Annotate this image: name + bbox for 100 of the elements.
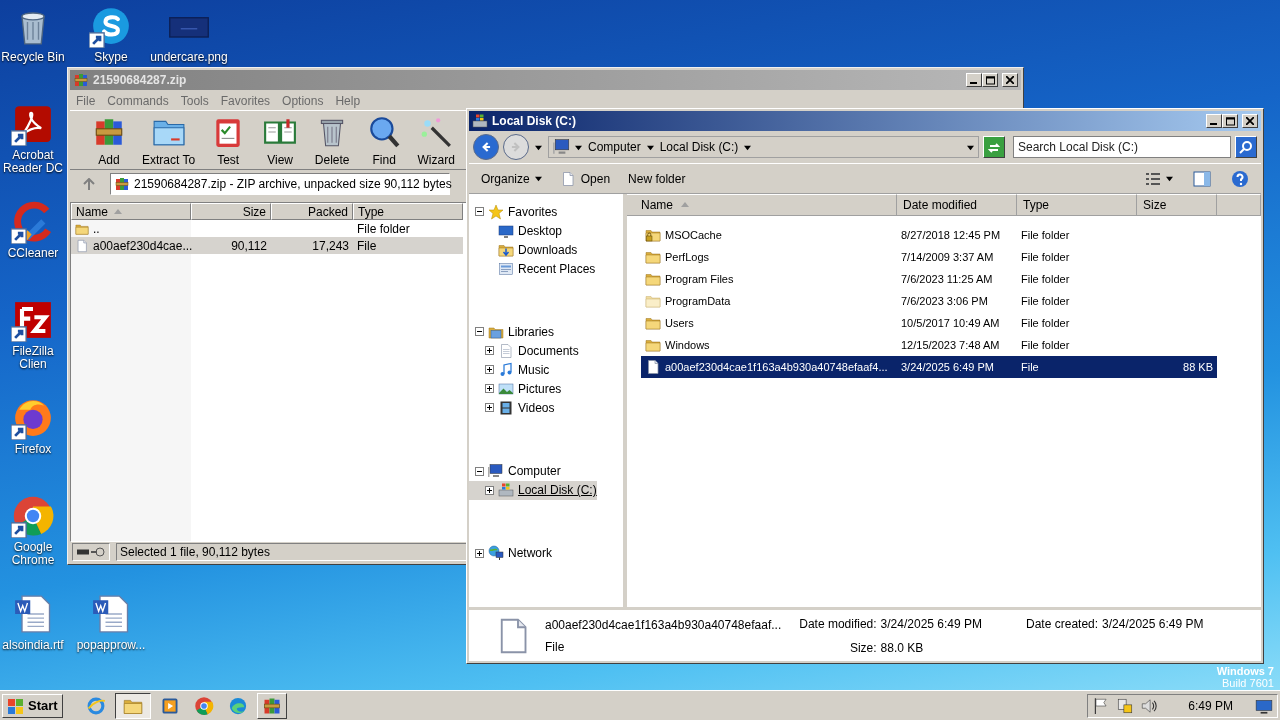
desktop-shortcut[interactable]: undercare.png — [147, 4, 231, 64]
desktop-shortcut[interactable]: CCleaner — [1, 200, 65, 260]
expand-toggle[interactable] — [485, 384, 494, 394]
column-header[interactable]: Size — [1137, 194, 1217, 216]
search-button[interactable] — [1235, 136, 1257, 158]
nav-item[interactable]: Network — [469, 543, 552, 563]
column-header[interactable]: Name — [71, 203, 191, 220]
desktop-shortcut[interactable]: Google Chrome — [1, 494, 65, 567]
toolbar-button[interactable]: Wizard — [411, 114, 462, 166]
toolbar-button[interactable]: Test — [203, 114, 254, 166]
breadcrumb[interactable]: Computer — [586, 138, 643, 156]
wand-icon — [419, 115, 454, 149]
file-row[interactable]: .. File folder — [71, 220, 463, 237]
history-button[interactable] — [533, 143, 544, 151]
file-row[interactable]: a00aef230d4cae1f163a4b930a40748efaaf4... 3/24/2025 6:49 PM File 88 KB — [641, 356, 1217, 378]
nav-item[interactable]: Computer — [469, 461, 597, 481]
nav-item[interactable]: Pictures — [469, 379, 579, 399]
menu-item[interactable]: Tools — [180, 92, 209, 108]
column-header[interactable] — [1217, 194, 1261, 216]
breadcrumb[interactable]: Local Disk (C:) — [657, 138, 741, 156]
path-field[interactable]: 21590684287.zip - ZIP archive, unpacked size 90,112 bytes — [110, 173, 450, 195]
desktop-shortcut[interactable]: Skype — [79, 4, 143, 64]
desktop-shortcut[interactable]: Firefox — [1, 396, 65, 456]
file-size: 88 KB — [1183, 360, 1213, 373]
nav-item[interactable]: Downloads — [469, 240, 596, 259]
toolbar-button[interactable]: Add — [84, 114, 134, 166]
taskbar-button[interactable] — [114, 692, 151, 719]
menu-item[interactable]: Options — [282, 92, 324, 108]
close-button[interactable] — [1242, 114, 1258, 128]
expand-toggle[interactable] — [485, 485, 494, 495]
expand-toggle[interactable] — [475, 548, 484, 558]
expand-toggle[interactable] — [475, 327, 484, 337]
date-modified: 7/6/2023 3:06 PM — [901, 294, 988, 307]
close-button[interactable] — [1002, 73, 1018, 87]
nav-item[interactable]: Local Disk (C:) — [469, 480, 597, 500]
file-row[interactable]: Windows 12/15/2023 7:48 AM File folder — [641, 334, 1217, 356]
file-row[interactable]: MSOCache 8/27/2018 12:45 PM File folder — [641, 224, 1217, 246]
command-button[interactable]: Organize — [479, 167, 544, 190]
desktop-shortcut[interactable]: Acrobat Reader DC — [1, 102, 65, 175]
detail-label: Size: — [848, 639, 877, 657]
file-row[interactable]: a00aef230d4cae... 90,112 17,243 File — [71, 237, 463, 254]
nav-item[interactable]: Videos — [469, 398, 579, 418]
maximize-button[interactable] — [982, 73, 998, 87]
file-name: a00aef230d4cae1f163a4b930a40748efaaf4... — [665, 359, 888, 375]
plus-icon — [485, 403, 494, 413]
nav-item[interactable]: Favorites — [469, 202, 596, 221]
column-header[interactable]: Size — [191, 203, 271, 220]
column-header[interactable]: Type — [1017, 194, 1137, 216]
expand-toggle[interactable] — [475, 207, 484, 216]
minimize-button[interactable] — [1206, 114, 1222, 128]
date-modified: 8/27/2018 12:45 PM — [901, 228, 1001, 241]
file-row[interactable]: Program Files 7/6/2023 11:25 AM File folder — [641, 268, 1217, 290]
command-button[interactable]: Open — [557, 167, 613, 190]
expand-toggle[interactable] — [485, 403, 494, 413]
file-row[interactable]: Users 10/5/2017 10:49 AM File folder — [641, 312, 1217, 334]
minimize-button[interactable] — [966, 73, 982, 87]
desktop-shortcut[interactable]: Recycle Bin — [1, 4, 65, 64]
recent-places-icon — [498, 260, 514, 277]
close-icon — [1006, 76, 1014, 84]
caret-icon — [575, 143, 582, 151]
menu-item[interactable]: File — [76, 92, 96, 108]
command-button[interactable]: New folder — [626, 167, 688, 190]
menu-item[interactable]: Favorites — [220, 92, 271, 108]
nav-item[interactable]: Recent Places — [469, 259, 596, 278]
nav-item[interactable]: Documents — [469, 341, 579, 361]
sort-arrow-icon — [114, 207, 122, 216]
address-bar[interactable]: Computer Local Disk (C:) — [548, 136, 979, 158]
file-name: ProgramData — [665, 293, 731, 309]
menu-item[interactable]: Help — [335, 92, 361, 108]
desktop-shortcut[interactable]: FileZilla Clien — [1, 298, 65, 371]
minus-icon — [475, 466, 484, 476]
start-button[interactable]: Start — [2, 693, 63, 718]
back-button[interactable] — [473, 134, 499, 160]
toolbar-button[interactable]: View — [255, 114, 306, 166]
detail-label: Date created: — [1026, 615, 1099, 633]
speaker-icon — [1140, 696, 1159, 715]
column-header[interactable]: Packed — [271, 203, 353, 220]
toolbar-button[interactable]: Delete — [307, 114, 358, 166]
maximize-button[interactable] — [1222, 114, 1238, 128]
expand-toggle[interactable] — [485, 365, 494, 375]
toolbar-button[interactable]: Extract To — [136, 114, 202, 166]
file-type: File — [357, 238, 377, 253]
toolbar-button[interactable]: Find — [359, 114, 410, 166]
refresh-button[interactable] — [983, 136, 1005, 158]
column-header[interactable]: Date modified — [897, 194, 1017, 216]
file-row[interactable]: ProgramData 7/6/2023 3:06 PM File folder — [641, 290, 1217, 312]
nav-item[interactable]: Libraries — [469, 322, 579, 342]
menu-item[interactable]: Commands — [107, 92, 169, 108]
search-field[interactable]: Search Local Disk (C:) — [1013, 136, 1231, 158]
nav-item[interactable]: Music — [469, 360, 579, 380]
music-note-icon — [498, 361, 514, 378]
maximize-icon — [985, 75, 995, 85]
file-row[interactable]: PerfLogs 7/14/2009 3:37 AM File folder — [641, 246, 1217, 268]
network-icon — [488, 545, 504, 562]
column-header[interactable]: Name — [627, 194, 897, 216]
plus-icon — [485, 384, 494, 394]
expand-toggle[interactable] — [475, 466, 484, 476]
expand-toggle[interactable] — [485, 346, 494, 356]
nav-item[interactable]: Desktop — [469, 221, 596, 240]
column-header[interactable]: Type — [353, 203, 463, 220]
